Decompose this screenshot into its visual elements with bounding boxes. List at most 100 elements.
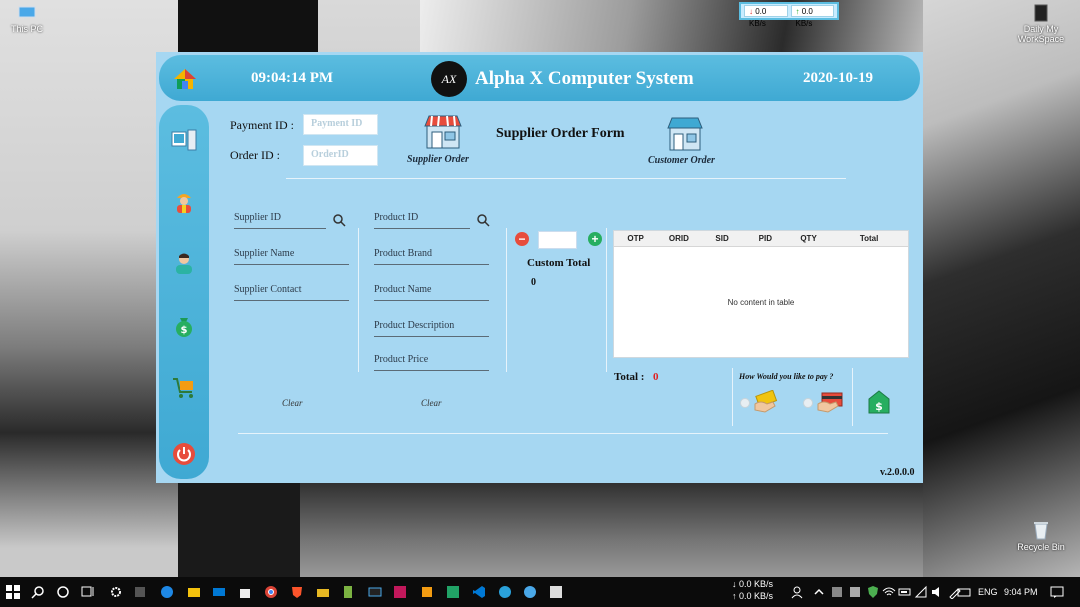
desktop-icon-this-pc[interactable]: This PC — [0, 6, 62, 34]
product-id-placeholder: Product ID — [374, 212, 419, 223]
java-app-icon[interactable] — [368, 585, 382, 599]
taskbar-clock[interactable]: 9:04 PM — [1004, 587, 1038, 597]
network-icon[interactable] — [914, 585, 928, 599]
tray-icon[interactable] — [848, 585, 862, 599]
active-app-icon[interactable] — [549, 585, 563, 599]
product-id-field[interactable]: Product ID — [374, 212, 470, 229]
vscode-icon[interactable] — [472, 585, 486, 599]
shop-icon[interactable] — [424, 114, 462, 150]
settings-icon[interactable] — [109, 585, 123, 599]
payment-question: How Would you like to pay ? — [739, 372, 834, 381]
store-icon[interactable] — [238, 585, 252, 599]
plus-icon: + — [591, 232, 599, 246]
search-icon[interactable] — [332, 213, 346, 227]
divider — [358, 228, 359, 372]
cash-radio[interactable] — [740, 398, 750, 408]
search-icon[interactable] — [476, 213, 490, 227]
package-icon[interactable] — [420, 585, 434, 599]
power-icon — [173, 443, 195, 465]
order-id-field[interactable]: OrderID — [303, 145, 378, 166]
svg-text:$: $ — [875, 400, 883, 413]
product-brand-placeholder: Product Brand — [374, 248, 433, 259]
mail-icon[interactable] — [212, 585, 226, 599]
pay-button[interactable]: $ — [867, 389, 891, 415]
form-title: Supplier Order Form — [496, 126, 625, 141]
supplier-name-field[interactable]: Supplier Name — [234, 248, 349, 265]
total-value: 0 — [653, 371, 659, 383]
column-header[interactable]: ORID — [657, 231, 700, 246]
product-name-field[interactable]: Product Name — [374, 284, 489, 301]
telegram-icon[interactable] — [498, 585, 512, 599]
clear-product-button[interactable]: Clear — [421, 398, 442, 408]
chevron-up-icon[interactable] — [812, 585, 826, 599]
column-header[interactable]: PID — [744, 231, 787, 246]
language-indicator[interactable]: ENG — [978, 587, 998, 597]
column-header[interactable]: Total — [830, 231, 908, 246]
cortana-icon[interactable] — [56, 585, 70, 599]
product-price-placeholder: Product Price — [374, 354, 429, 365]
sidebar-item-suppliers[interactable] — [171, 189, 197, 215]
column-header[interactable]: SID — [700, 231, 743, 246]
supplier-contact-field[interactable]: Supplier Contact — [234, 284, 349, 301]
network-meter-widget: ↓ 0.0 KB/s ↑ 0.0 KB/s — [739, 2, 839, 28]
payment-id-field[interactable]: Payment ID — [303, 114, 378, 135]
table-header: OTP ORID SID PID QTY Total — [614, 231, 908, 247]
sidebar-item-payments[interactable]: $ — [171, 313, 197, 339]
product-brand-field[interactable]: Product Brand — [374, 248, 489, 265]
decrease-button[interactable]: − — [515, 232, 529, 246]
product-description-placeholder: Product Description — [374, 320, 455, 331]
file-explorer-icon[interactable] — [187, 585, 201, 599]
increase-button[interactable]: + — [588, 232, 602, 246]
column-header[interactable]: QTY — [787, 231, 830, 246]
spreadsheet-icon[interactable] — [446, 585, 460, 599]
shield-icon[interactable] — [866, 585, 880, 599]
ide-icon[interactable] — [393, 585, 407, 599]
supplier-order-link[interactable]: Supplier Order — [407, 154, 469, 165]
computer-icon — [18, 6, 36, 20]
supplier-id-field[interactable]: Supplier ID — [234, 212, 326, 229]
divider — [238, 433, 888, 434]
desktop-icon-workspace[interactable]: Daily My WorkSpace — [1006, 4, 1076, 44]
clear-supplier-button[interactable]: Clear — [282, 398, 303, 408]
product-description-field[interactable]: Product Description — [374, 320, 489, 337]
quantity-field[interactable] — [538, 231, 577, 249]
folder-icon[interactable] — [316, 585, 330, 599]
notifications-icon[interactable] — [1050, 585, 1064, 599]
volume-icon[interactable] — [930, 585, 944, 599]
people-icon[interactable] — [790, 585, 804, 599]
svg-text:$: $ — [181, 325, 188, 336]
order-table[interactable]: OTP ORID SID PID QTY Total No content in… — [613, 230, 909, 358]
home-icon[interactable] — [173, 67, 197, 91]
windows-start-icon[interactable] — [6, 585, 20, 599]
column-header[interactable]: OTP — [614, 231, 657, 246]
sidebar-item-orders[interactable] — [171, 375, 197, 401]
wifi-icon[interactable] — [882, 585, 896, 599]
keyboard-icon[interactable] — [957, 585, 971, 599]
store-icon[interactable] — [667, 116, 703, 152]
notepad-icon[interactable] — [341, 585, 355, 599]
battery-icon[interactable] — [898, 585, 912, 599]
edge-icon[interactable] — [160, 585, 174, 599]
desktop-icon-recycle-bin[interactable]: Recycle Bin — [1006, 520, 1076, 552]
brand-logo: AX — [431, 61, 467, 97]
tray-icon[interactable] — [830, 585, 844, 599]
browser-icon[interactable] — [523, 585, 537, 599]
sidebar-item-computers[interactable] — [171, 127, 197, 153]
money-bag-icon: $ — [176, 318, 192, 337]
empty-table-message: No content in table — [727, 298, 795, 307]
divider — [506, 228, 507, 372]
task-view-icon[interactable] — [81, 585, 95, 599]
desktop-icon-label: This PC — [10, 24, 43, 34]
file-icon — [1034, 4, 1048, 22]
card-radio[interactable] — [803, 398, 813, 408]
product-price-field[interactable]: Product Price — [374, 354, 489, 371]
brave-icon[interactable] — [290, 585, 304, 599]
power-button[interactable] — [171, 441, 197, 467]
chrome-icon[interactable] — [264, 585, 278, 599]
sidebar-item-customers[interactable] — [171, 250, 197, 276]
search-icon[interactable] — [31, 585, 45, 599]
app-icon[interactable] — [133, 585, 147, 599]
customer-order-link[interactable]: Customer Order — [648, 155, 715, 166]
user-icon — [176, 253, 192, 274]
credit-card-icon — [817, 392, 843, 413]
